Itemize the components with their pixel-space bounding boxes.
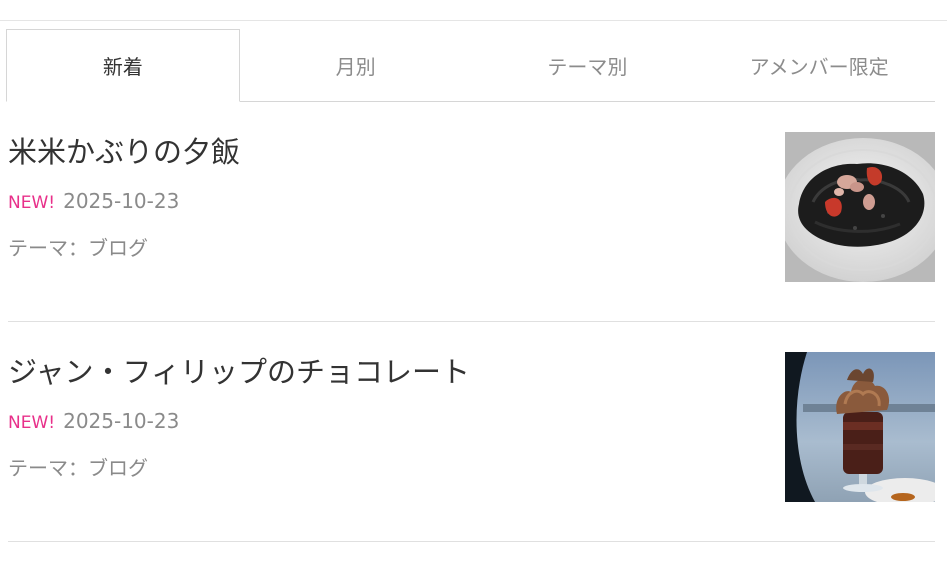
entry-meta: NEW! 2025-10-23: [8, 407, 179, 437]
blog-entry-list-page: 新着 月別 テーマ別 アメンバー限定 米米かぶりの夕飯 NEW! 2025-10…: [0, 0, 947, 566]
entry-list-tabs: 新着 月別 テーマ別 アメンバー限定: [6, 29, 935, 102]
entry-thumbnail[interactable]: [785, 352, 935, 502]
entry-item: 米米かぶりの夕飯 NEW! 2025-10-23 テーマ：ブログ: [8, 132, 935, 322]
new-badge: NEW!: [8, 413, 56, 433]
entry-theme-link[interactable]: テーマ：ブログ: [8, 234, 148, 262]
tab-monthly[interactable]: 月別: [240, 29, 472, 101]
entry-meta: NEW! 2025-10-23: [8, 187, 179, 217]
tab-new[interactable]: 新着: [6, 29, 240, 102]
entry-date: 2025-10-23: [63, 409, 180, 433]
entry-date: 2025-10-23: [63, 189, 180, 213]
entry-item: ジャン・フィリップのチョコレート NEW! 2025-10-23 テーマ：ブログ: [8, 352, 935, 542]
chocolate-parfait-image: [785, 352, 935, 502]
entry-title-link[interactable]: ジャン・フィリップのチョコレート: [8, 352, 470, 392]
top-divider: [0, 20, 947, 21]
squid-ink-risotto-image: [785, 132, 935, 282]
tab-by-theme[interactable]: テーマ別: [472, 29, 704, 101]
entry-title-link[interactable]: 米米かぶりの夕飯: [8, 132, 240, 172]
new-badge: NEW!: [8, 193, 56, 213]
tab-amember-only[interactable]: アメンバー限定: [703, 29, 935, 101]
entry-thumbnail[interactable]: [785, 132, 935, 282]
entry-theme-link[interactable]: テーマ：ブログ: [8, 454, 148, 482]
